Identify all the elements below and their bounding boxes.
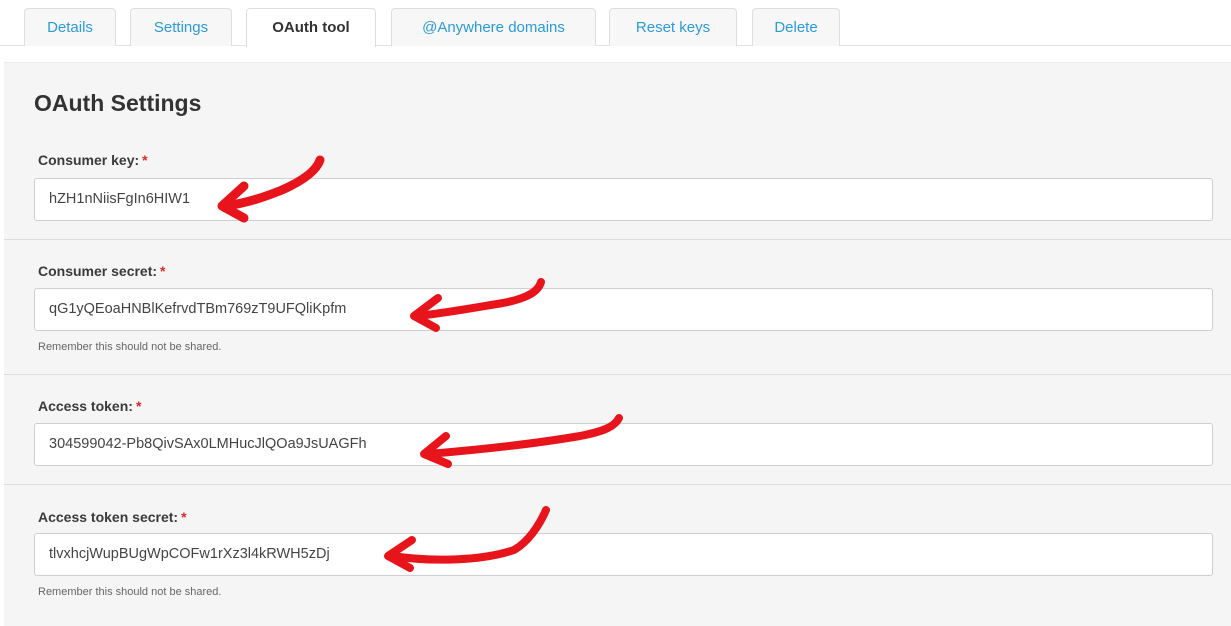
- consumer-secret-field[interactable]: qG1yQEoaHNBlKefrvdTBm769zT9UFQliKpfm: [34, 288, 1213, 331]
- required-marker: *: [181, 509, 187, 525]
- consumer-key-label: Consumer key: *: [38, 152, 148, 168]
- consumer-secret-label-text: Consumer secret:: [38, 263, 158, 279]
- consumer-secret-value: qG1yQEoaHNBlKefrvdTBm769zT9UFQliKpfm: [49, 301, 347, 317]
- divider: [4, 484, 1231, 485]
- access-token-secret-hint: Remember this should not be shared.: [38, 586, 222, 598]
- access-token-label: Access token: *: [38, 398, 141, 414]
- access-token-field[interactable]: 304599042-Pb8QivSAx0LMHucJlQOa9JsUAGFh: [34, 423, 1213, 466]
- page-title: OAuth Settings: [34, 90, 202, 116]
- required-marker: *: [135, 398, 142, 414]
- divider: [4, 239, 1231, 240]
- access-token-secret-label: Access token secret: *: [38, 509, 187, 525]
- tab-oauth-tool[interactable]: OAuth tool: [246, 8, 376, 47]
- access-token-secret-label-text: Access token secret:: [38, 509, 179, 525]
- tab-settings[interactable]: Settings: [130, 8, 232, 46]
- consumer-key-value: hZH1nNiisFgIn6HIW1: [49, 191, 191, 207]
- tab-anywhere-domains[interactable]: @Anywhere domains: [391, 8, 596, 46]
- required-marker: *: [160, 263, 166, 279]
- tab-details[interactable]: Details: [24, 8, 116, 46]
- access-token-value: 304599042-Pb8QivSAx0LMHucJlQOa9JsUAGFh: [49, 436, 367, 452]
- tab-bar: Details Settings OAuth tool @Anywhere do…: [0, 0, 1231, 47]
- divider: [4, 374, 1231, 375]
- required-marker: *: [142, 152, 148, 168]
- tab-delete[interactable]: Delete: [752, 8, 840, 46]
- consumer-key-label-text: Consumer key:: [38, 152, 140, 168]
- consumer-secret-label: Consumer secret: *: [38, 263, 166, 279]
- access-token-secret-field[interactable]: tlvxhcjWupBUgWpCOFw1rXz3l4kRWH5zDj: [34, 533, 1213, 576]
- tab-reset-keys[interactable]: Reset keys: [609, 8, 737, 46]
- access-token-label-text: Access token:: [38, 398, 133, 414]
- access-token-secret-value: tlvxhcjWupBUgWpCOFw1rXz3l4kRWH5zDj: [49, 546, 330, 562]
- consumer-key-field[interactable]: hZH1nNiisFgIn6HIW1: [34, 178, 1213, 221]
- consumer-secret-hint: Remember this should not be shared.: [38, 341, 222, 353]
